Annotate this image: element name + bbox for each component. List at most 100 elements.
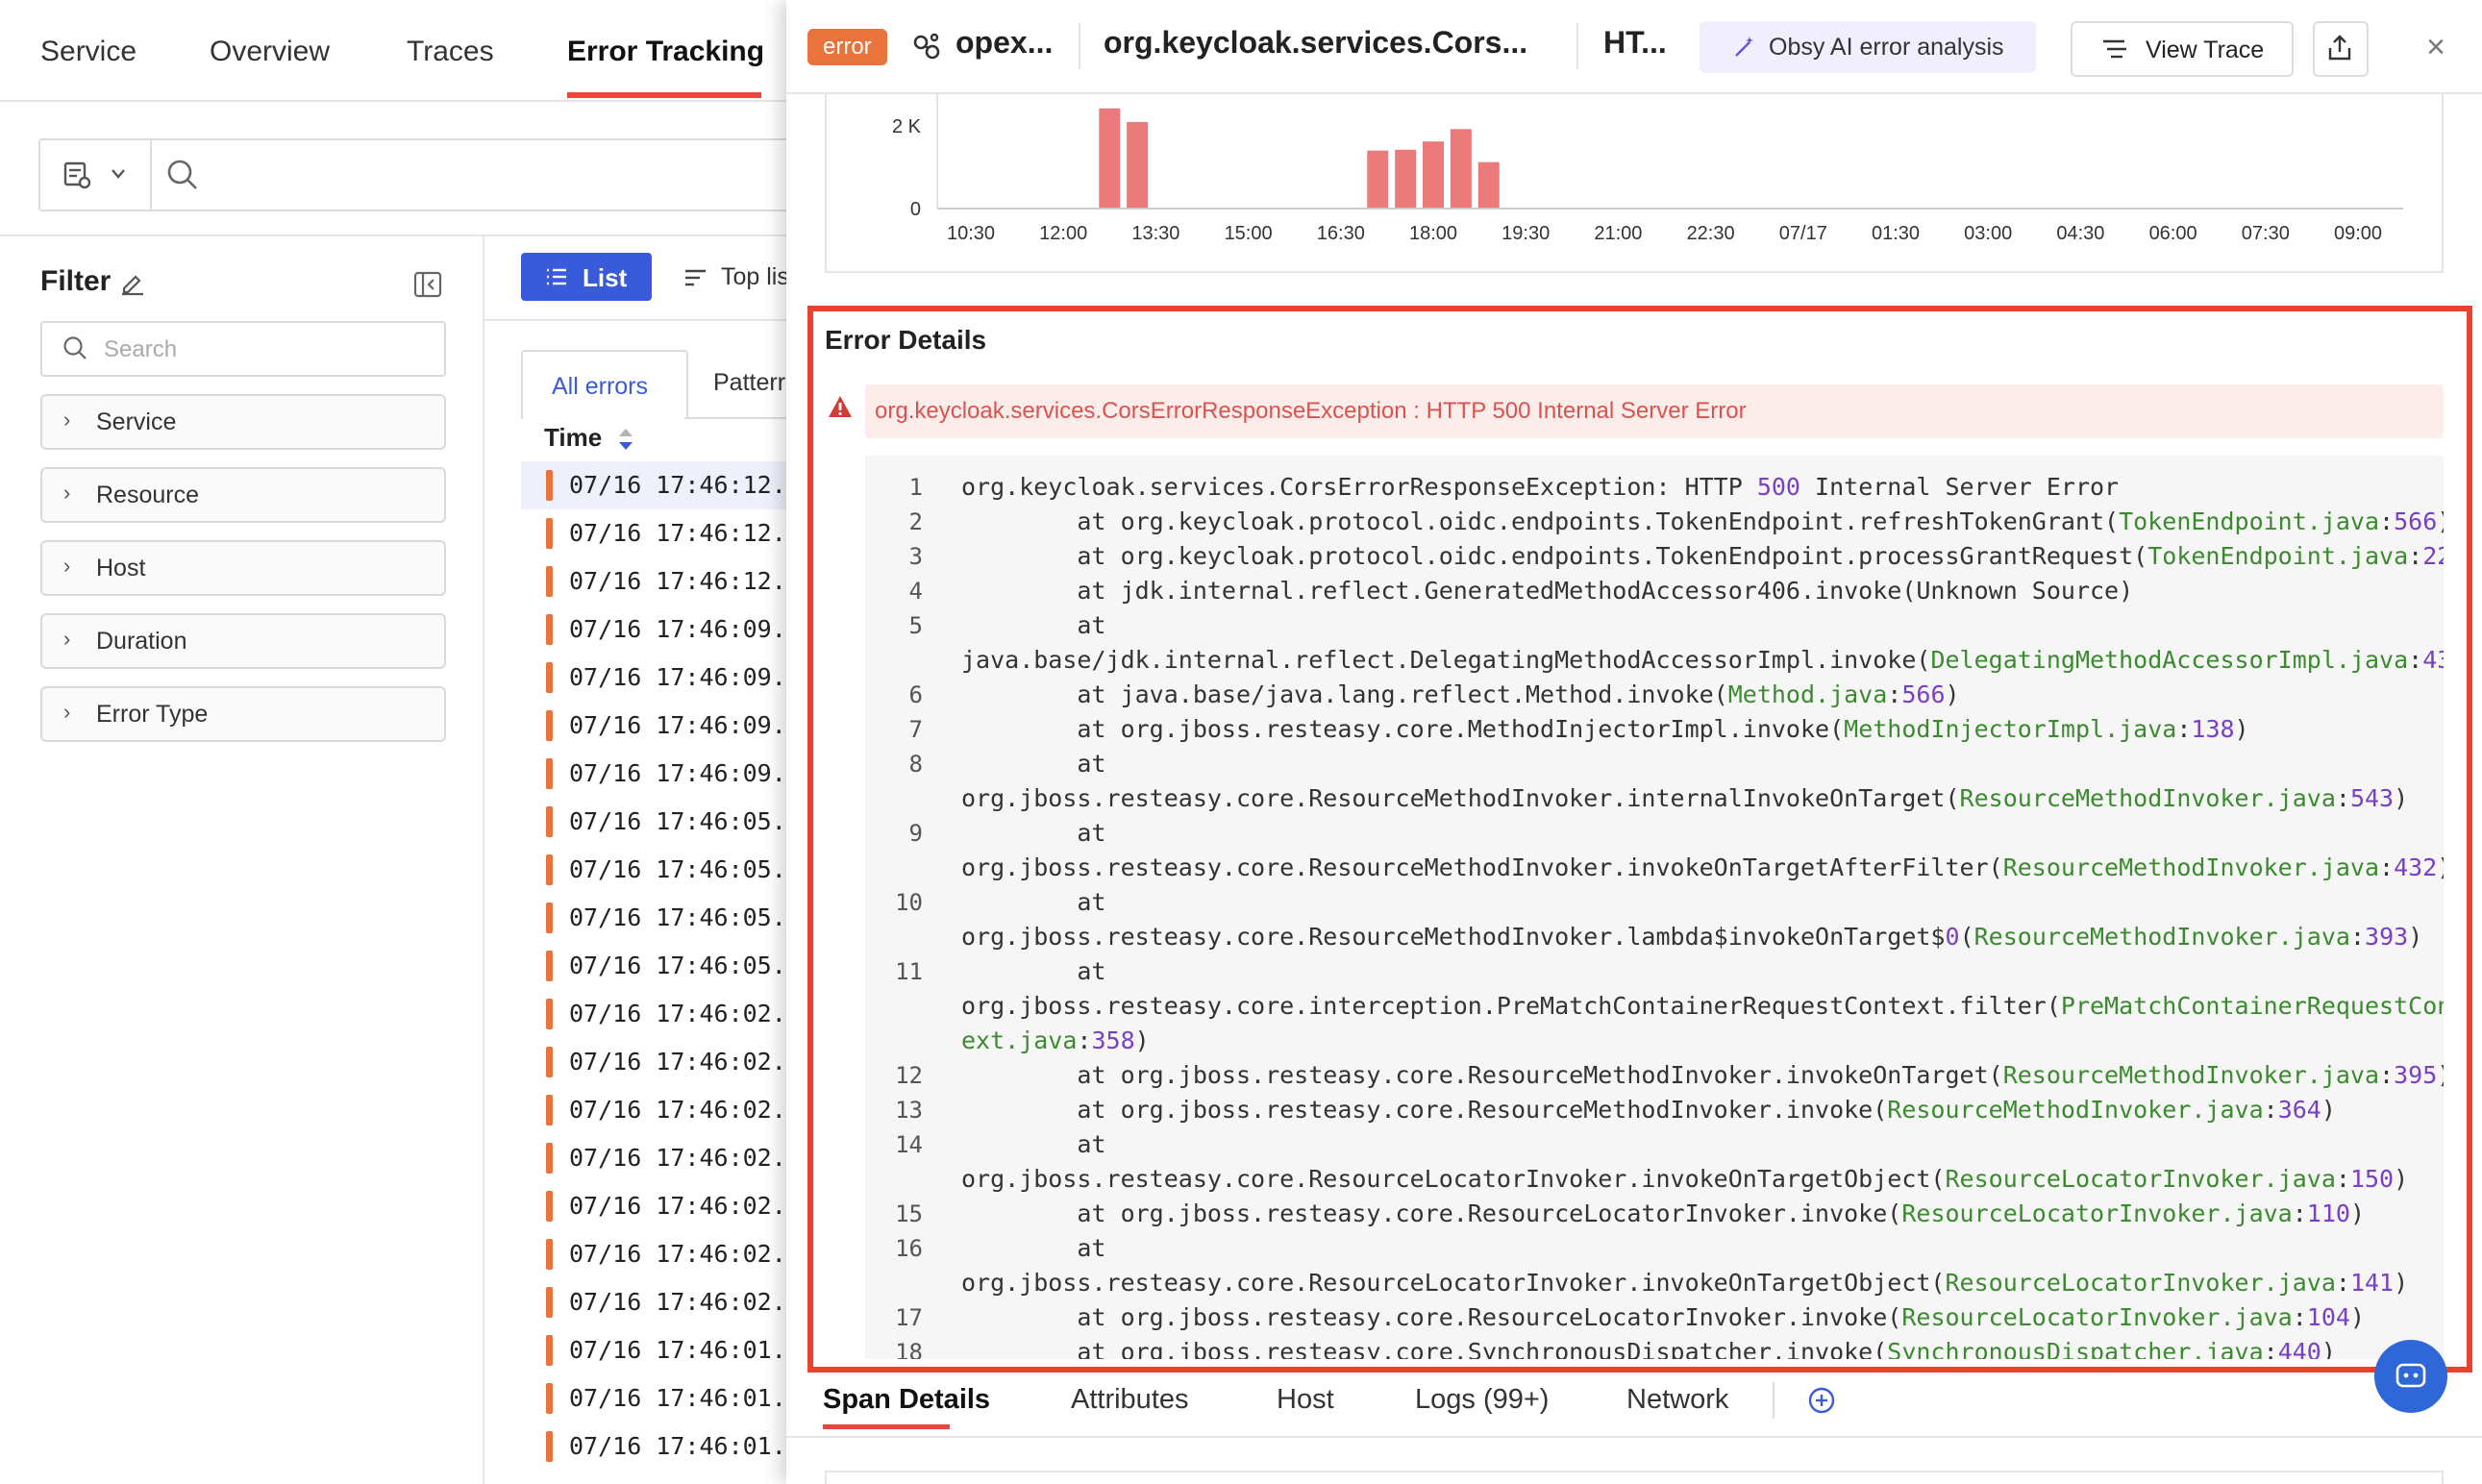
error-list-row[interactable]: 07/16 17:46:02.4	[521, 1182, 809, 1230]
tab-service[interactable]: Service	[40, 0, 137, 100]
source-file-link[interactable]: MethodInjectorImpl.java	[1844, 715, 2176, 743]
stack-trace-line: at	[961, 611, 1105, 639]
error-list-row[interactable]: 07/16 17:46:02.9	[521, 1086, 809, 1134]
tab-all-errors[interactable]: All errors	[521, 350, 688, 419]
histogram-bar[interactable]	[1450, 129, 1472, 208]
error-list-row[interactable]: 07/16 17:46:12.5	[521, 461, 809, 509]
histogram-bar[interactable]	[1423, 141, 1444, 208]
error-list-row[interactable]: 07/16 17:46:01.7	[521, 1326, 809, 1374]
chevron-down-icon	[112, 169, 125, 179]
trace-text: org.jboss.resteasy.core.ResourceLocatorI…	[961, 1165, 1946, 1193]
source-file-link[interactable]: Method.java	[1728, 680, 1888, 708]
share-button[interactable]	[2313, 21, 2369, 77]
source-file-link[interactable]: ResourceLocatorInvoker.java	[1946, 1165, 2336, 1193]
trace-text: )	[2394, 784, 2409, 812]
error-list-row[interactable]: 07/16 17:46:02.9	[521, 1134, 809, 1182]
add-tab-icon[interactable]	[1807, 1386, 1836, 1415]
tab-overview[interactable]: Overview	[210, 0, 330, 100]
source-file-link[interactable]: SynchronousDispatcher.java	[1887, 1338, 2263, 1359]
row-timestamp: 07/16 17:46:02.9	[569, 1144, 801, 1172]
error-list-row[interactable]: 07/16 17:46:05.0	[521, 798, 809, 846]
line-number: 15	[895, 1200, 923, 1227]
trace-text: org.keycloak.services.CorsErrorResponseE…	[961, 473, 1757, 501]
tab-network[interactable]: Network	[1626, 1384, 1728, 1416]
error-list-row[interactable]: 07/16 17:46:12.5	[521, 509, 809, 557]
list-view-button[interactable]: List	[521, 253, 652, 301]
ai-error-analysis-button[interactable]: Obsy AI error analysis	[1700, 21, 2036, 73]
edit-icon[interactable]	[119, 269, 146, 296]
line-number: 2	[908, 508, 923, 535]
line-ref: 395	[2394, 1061, 2438, 1089]
histogram-bar[interactable]	[1367, 150, 1389, 208]
assistant-button[interactable]	[2374, 1340, 2447, 1413]
severity-marker	[546, 806, 553, 837]
histogram-bar[interactable]	[1099, 108, 1121, 208]
source-file-link[interactable]: DelegatingMethodAccessorImpl.java	[1930, 646, 2408, 674]
close-icon[interactable]: ×	[2413, 25, 2459, 71]
source-file-link[interactable]: ResourceLocatorInvoker.java	[1901, 1200, 2292, 1227]
error-list-row[interactable]: 07/16 17:46:02.9	[521, 1038, 809, 1086]
toplist-label: Top lis	[721, 263, 788, 290]
error-list-row[interactable]: 07/16 17:46:02.4	[521, 1230, 809, 1278]
row-timestamp: 07/16 17:46:01.7	[569, 1336, 801, 1364]
query-type-select[interactable]	[40, 140, 152, 210]
toplist-view-button[interactable]: Top lis	[684, 261, 788, 300]
tab-span-details[interactable]: Span Details	[823, 1384, 990, 1416]
stack-trace-line: org.jboss.resteasy.core.ResourceMethodIn…	[961, 853, 2444, 881]
stack-trace-line: java.base/jdk.internal.reflect.Delegatin…	[961, 646, 2444, 674]
histogram-bar[interactable]	[1395, 149, 1417, 208]
source-file-link[interactable]: ResourceMethodInvoker.java	[1960, 784, 2336, 812]
trace-text: :	[2379, 853, 2395, 881]
collapse-panel-icon[interactable]	[413, 271, 442, 298]
tab-patterns[interactable]: Patterr	[684, 350, 788, 419]
facet-service[interactable]: › Service	[40, 394, 446, 450]
tab-attributes[interactable]: Attributes	[1071, 1384, 1189, 1416]
error-list-row[interactable]: 07/16 17:46:01.7	[521, 1374, 809, 1422]
stack-trace-line: at java.base/java.lang.reflect.Method.in…	[961, 680, 1959, 708]
filter-search-input[interactable]: Search	[40, 321, 446, 377]
error-list-row[interactable]: 07/16 17:46:12.5	[521, 557, 809, 606]
error-list-row[interactable]: 07/16 17:46:05.0	[521, 894, 809, 942]
facet-duration[interactable]: › Duration	[40, 613, 446, 669]
error-list-row[interactable]: 07/16 17:46:09.4	[521, 702, 809, 750]
error-list-row[interactable]: 07/16 17:46:09.4	[521, 654, 809, 702]
line-ref: 364	[2277, 1096, 2321, 1124]
trace-text: at	[961, 1130, 1106, 1158]
facet-resource[interactable]: › Resource	[40, 467, 446, 523]
source-file-link[interactable]: ResourceLocatorInvoker.java	[1946, 1269, 2336, 1297]
active-tab-indicator	[823, 1424, 950, 1429]
tab-host[interactable]: Host	[1277, 1384, 1334, 1416]
source-file-link[interactable]: ResourceMethodInvoker.java	[1974, 923, 2350, 951]
source-file-link[interactable]: ResourceMethodInvoker.java	[1887, 1096, 2263, 1124]
error-list-row[interactable]: 07/16 17:46:05.0	[521, 846, 809, 894]
error-list-row[interactable]: 07/16 17:46:05.0	[521, 942, 809, 990]
source-file-link[interactable]: TokenEndpoint.java	[2119, 507, 2379, 535]
source-file-link[interactable]: ResourceMethodInvoker.java	[2003, 1061, 2379, 1089]
error-tracking-app: Service Overview Traces Error Tracking F…	[0, 0, 811, 1484]
error-list-row[interactable]: 07/16 17:46:01.7	[521, 1422, 809, 1471]
error-list-row[interactable]: 07/16 17:46:02.9	[521, 990, 809, 1038]
source-file-link[interactable]: PreMatchContainerRequestCont	[2061, 992, 2444, 1020]
error-list-row[interactable]: 07/16 17:46:02.4	[521, 1278, 809, 1326]
service-name[interactable]: opex...	[956, 25, 1053, 61]
source-file-link[interactable]: ResourceMethodInvoker.java	[2003, 853, 2379, 881]
source-file-link[interactable]: ResourceLocatorInvoker.java	[1901, 1303, 2292, 1331]
tab-logs[interactable]: Logs (99+)	[1415, 1384, 1549, 1416]
tab-error-tracking[interactable]: Error Tracking	[567, 0, 764, 100]
histogram-bar[interactable]	[1477, 161, 1500, 208]
facet-host[interactable]: › Host	[40, 540, 446, 596]
source-file-link[interactable]: ext.java	[961, 1026, 1077, 1054]
trace-text: Internal Server Error	[1799, 473, 2120, 501]
time-column-header[interactable]: Time	[544, 423, 633, 453]
source-file-link[interactable]: TokenEndpoint.java	[2147, 542, 2408, 570]
facet-error-type[interactable]: › Error Type	[40, 686, 446, 742]
row-timestamp: 07/16 17:46:01.7	[569, 1432, 801, 1460]
tab-traces[interactable]: Traces	[407, 0, 494, 100]
x-tick-label: 07/17	[1779, 223, 1827, 244]
error-list-row[interactable]: 07/16 17:46:09.4	[521, 750, 809, 798]
query-input[interactable]	[213, 140, 790, 210]
error-list-row[interactable]: 07/16 17:46:09.4	[521, 606, 809, 654]
trace-text: :	[2379, 1061, 2395, 1089]
histogram-bar[interactable]	[1127, 121, 1149, 208]
view-trace-button[interactable]: View Trace	[2071, 21, 2294, 77]
